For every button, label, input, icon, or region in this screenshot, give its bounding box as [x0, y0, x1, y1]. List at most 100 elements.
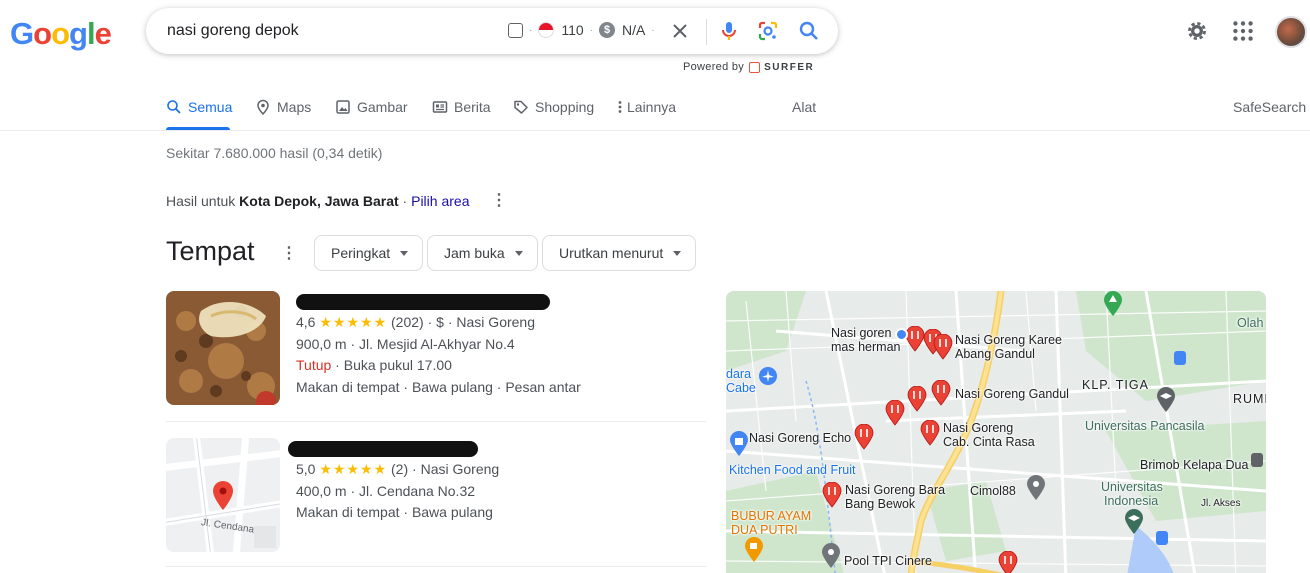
tools-button[interactable]: Alat: [792, 99, 816, 115]
filter-rating[interactable]: Peringkat: [314, 235, 424, 271]
tab-images[interactable]: Gambar: [335, 99, 408, 115]
restaurant-pin-icon[interactable]: [905, 326, 925, 352]
search-tabs: Semua Maps Gambar Berita Shopping Lainny…: [0, 88, 1310, 131]
map-label: Nasi Goreng: [943, 421, 1014, 435]
place-pin-icon[interactable]: [821, 543, 841, 569]
map-label: Olah: [1237, 316, 1264, 330]
map-label: Abang Gandul: [955, 347, 1035, 361]
search-box[interactable]: nasi goreng depok · 110 · $ N/A ·: [146, 8, 838, 54]
restaurant-pin-icon[interactable]: [907, 386, 927, 412]
map-label: RUMB: [1233, 392, 1266, 406]
map-label: Cabe: [726, 381, 756, 395]
map-label: Pool TPI Cinere: [844, 554, 933, 568]
open-status: Tutup: [296, 357, 332, 373]
search-input[interactable]: nasi goreng depok: [167, 22, 299, 40]
settings-gear-icon[interactable]: [1184, 18, 1210, 44]
map-label: Bang Bewok: [845, 497, 916, 511]
map-label: Universitas: [1101, 480, 1163, 494]
surfer-extension-bar: · 110 · $ N/A ·: [508, 22, 661, 38]
clear-icon[interactable]: [668, 19, 692, 43]
apps-grid-icon[interactable]: [1230, 18, 1256, 44]
search-icon[interactable]: [797, 19, 821, 43]
place-info: 5,0 ★★★★★ (2) · Nasi Goreng 400,0 m · Jl…: [288, 438, 500, 524]
service-options: Makan di tempat · Bawa pulang · Pesan an…: [296, 378, 581, 395]
places-map[interactable]: Nasi goren mas herman Nasi Goreng Karee …: [726, 291, 1266, 573]
account-avatar[interactable]: [1275, 16, 1307, 48]
tab-label: Maps: [277, 99, 312, 115]
google-logo[interactable]: Google: [10, 16, 112, 52]
address-line: 400,0 m · Jl. Cendana No.32: [296, 482, 476, 499]
transit-icon: [1156, 531, 1168, 545]
place-result[interactable]: 4,6 ★★★★★ (202) · $ · Nasi Goreng 900,0 …: [166, 291, 706, 411]
rating-line: 5,0 ★★★★★ (2) · Nasi Goreng: [296, 461, 500, 477]
rating-value: 5,0: [296, 461, 316, 477]
chip-label: Urutkan menurut: [559, 245, 664, 261]
map-label: Nasi Goreng Echo: [749, 431, 852, 445]
tab-more[interactable]: Lainnya: [616, 99, 676, 115]
restaurant-pin-icon[interactable]: [931, 380, 951, 406]
powered-by-surfer[interactable]: Powered by SURFER: [683, 61, 814, 73]
powered-by-label: Powered by: [683, 61, 745, 73]
restaurant-pin-icon[interactable]: [933, 334, 953, 360]
filter-sort[interactable]: Urutkan menurut: [542, 235, 697, 271]
places-more-icon[interactable]: ⋮: [281, 243, 297, 263]
place-category: Nasi Goreng: [420, 461, 500, 477]
search-icon: [167, 100, 181, 114]
place-map-thumbnail[interactable]: Jl. Cendana: [166, 438, 280, 552]
location-more-icon[interactable]: ⋮: [491, 190, 507, 210]
map-label: dara: [726, 367, 752, 381]
address-line: 900,0 m · Jl. Mesjid Al-Akhyar No.4: [296, 335, 515, 352]
map-label: KLP. TIGA: [1082, 378, 1149, 392]
university-pin-icon[interactable]: [1124, 509, 1144, 535]
restaurant-pin-icon[interactable]: [822, 482, 842, 508]
tab-maps[interactable]: Maps: [255, 99, 311, 115]
active-tab-indicator: [166, 127, 230, 130]
tab-news[interactable]: Berita: [432, 99, 491, 115]
more-vert-icon: [618, 101, 622, 113]
filter-hours[interactable]: Jam buka: [427, 235, 538, 271]
restaurant-pin-icon[interactable]: [920, 420, 940, 446]
logo-letter: o: [51, 16, 70, 51]
google-lens-icon[interactable]: [756, 19, 780, 43]
tab-label: Gambar: [357, 99, 408, 115]
location-line: Hasil untuk Kota Depok, Jawa Barat · Pil…: [166, 193, 469, 209]
airport-pin-icon[interactable]: [758, 366, 778, 392]
place-address: Jl. Cendana No.32: [359, 482, 476, 499]
map-label: Universitas Pancasila: [1085, 419, 1205, 433]
tab-label: Shopping: [535, 99, 595, 115]
extension-checkbox[interactable]: [508, 22, 523, 38]
chevron-down-icon: [514, 250, 523, 256]
dollar-coin-icon: $: [599, 22, 616, 38]
map-label: Nasi Goreng Bara: [845, 483, 946, 497]
logo-letter: o: [33, 16, 52, 51]
park-pin-icon[interactable]: [1103, 291, 1123, 317]
map-label: Nasi Goreng Karee: [955, 333, 1063, 347]
map-label: Nasi Goreng Gandul: [955, 387, 1069, 401]
map-label: Brimob Kelapa Dua: [1140, 458, 1249, 472]
restaurant-pin-icon[interactable]: [854, 424, 874, 450]
rating-line: 4,6 ★★★★★ (202) · $ · Nasi Goreng: [296, 314, 535, 330]
star-rating: ★★★★★: [319, 461, 388, 477]
chip-label: Jam buka: [444, 245, 505, 261]
university-pin-icon[interactable]: [1156, 387, 1176, 413]
safesearch-button[interactable]: SafeSearch: [1233, 99, 1306, 115]
chip-label: Peringkat: [331, 245, 391, 261]
shopping-pin-icon[interactable]: [729, 431, 749, 457]
place-photo[interactable]: [166, 291, 280, 405]
tab-all[interactable]: Semua: [166, 99, 232, 115]
chevron-down-icon: [673, 250, 682, 256]
hours-line: Tutup · Buka pukul 17.00: [296, 357, 452, 373]
microphone-icon[interactable]: [717, 19, 741, 43]
transit-icon: [1251, 453, 1263, 467]
search-volume: 110: [561, 22, 584, 38]
opening-hours: Buka pukul 17.00: [343, 357, 452, 373]
restaurant-pin-icon[interactable]: [885, 400, 905, 426]
place-info: 4,6 ★★★★★ (202) · $ · Nasi Goreng 900,0 …: [296, 291, 581, 398]
map-label: Nasi goren: [831, 326, 892, 340]
change-area-link[interactable]: Pilih area: [411, 193, 469, 209]
tab-shopping[interactable]: Shopping: [513, 99, 594, 115]
cafe-pin-icon[interactable]: [744, 537, 764, 563]
place-result[interactable]: Jl. Cendana 5,0 ★★★★★ (2) · Nasi Goreng …: [166, 438, 706, 554]
place-pin-icon[interactable]: [1026, 475, 1046, 501]
restaurant-pin-icon[interactable]: [998, 551, 1018, 573]
